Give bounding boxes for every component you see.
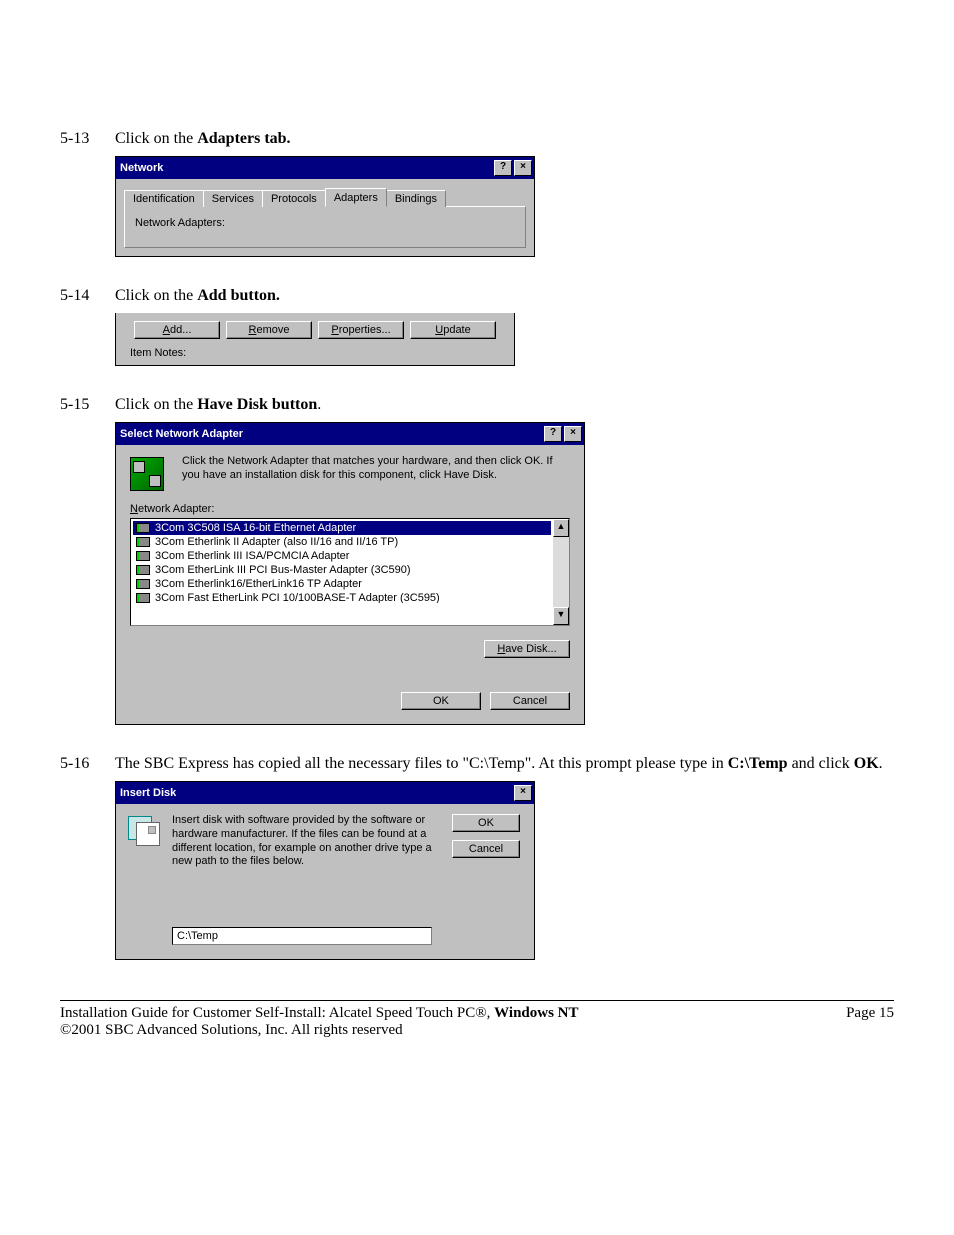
nic-icon bbox=[135, 550, 151, 562]
dialog-message: Insert disk with software provided by th… bbox=[172, 814, 440, 869]
close-icon[interactable]: × bbox=[514, 785, 532, 801]
list-item[interactable]: 3Com EtherLink III PCI Bus-Master Adapte… bbox=[133, 563, 551, 577]
dialog-title: Select Network Adapter bbox=[120, 428, 542, 440]
nic-icon bbox=[135, 564, 151, 576]
insert-disk-dialog: Insert Disk × Insert disk with software … bbox=[115, 781, 535, 960]
network-adapter-listbox[interactable]: 3Com 3C508 ISA 16-bit Ethernet Adapter 3… bbox=[130, 518, 570, 626]
step-number: 5-16 bbox=[60, 755, 115, 773]
tab-row: Identification Services Protocols Adapte… bbox=[124, 187, 526, 206]
ok-button[interactable]: OK bbox=[452, 814, 520, 832]
adapter-icon bbox=[130, 457, 164, 491]
remove-button[interactable]: Remove bbox=[226, 321, 312, 339]
dialog-title: Network bbox=[120, 162, 492, 174]
nic-icon bbox=[135, 578, 151, 590]
scrollbar[interactable]: ▲ ▼ bbox=[553, 519, 569, 625]
nic-icon bbox=[135, 592, 151, 603]
list-item[interactable]: 3Com Etherlink III ISA/PCMCIA Adapter bbox=[133, 549, 551, 563]
nic-icon bbox=[135, 522, 151, 534]
step-number: 5-14 bbox=[60, 287, 115, 305]
page-number: Page 15 bbox=[846, 1005, 894, 1039]
step-text: The SBC Express has copied all the neces… bbox=[115, 755, 894, 773]
cancel-button[interactable]: Cancel bbox=[490, 692, 570, 710]
step-text: Click on the Have Disk button. bbox=[115, 396, 894, 414]
list-item[interactable]: 3Com Etherlink II Adapter (also II/16 an… bbox=[133, 535, 551, 549]
tab-services[interactable]: Services bbox=[203, 190, 263, 207]
network-dialog: Network ? × Identification Services Prot… bbox=[115, 156, 535, 257]
dialog-title: Insert Disk bbox=[120, 787, 512, 799]
close-icon[interactable]: × bbox=[514, 160, 532, 176]
footer-text: Installation Guide for Customer Self-Ins… bbox=[60, 1005, 579, 1039]
close-icon[interactable]: × bbox=[564, 426, 582, 442]
update-button[interactable]: Update bbox=[410, 321, 496, 339]
tab-protocols[interactable]: Protocols bbox=[262, 190, 326, 207]
step-text: Click on the Add button. bbox=[115, 287, 894, 305]
network-adapters-label: Network Adapters: bbox=[135, 217, 515, 229]
step-number: 5-15 bbox=[60, 396, 115, 414]
help-icon[interactable]: ? bbox=[544, 426, 562, 442]
select-network-adapter-dialog: Select Network Adapter ? × Click the Net… bbox=[115, 422, 585, 725]
network-adapter-list-label: Network Adapter: bbox=[130, 503, 570, 515]
tab-identification[interactable]: Identification bbox=[124, 190, 204, 207]
help-icon[interactable]: ? bbox=[494, 160, 512, 176]
scroll-down-icon[interactable]: ▼ bbox=[553, 607, 569, 625]
item-notes-label: Item Notes: bbox=[116, 343, 514, 365]
path-input[interactable] bbox=[172, 927, 432, 945]
step-number: 5-13 bbox=[60, 130, 115, 148]
nic-icon bbox=[135, 536, 151, 548]
properties-button[interactable]: Properties... bbox=[318, 321, 404, 339]
add-button[interactable]: Add... bbox=[134, 321, 220, 339]
step-text: Click on the Adapters tab. bbox=[115, 130, 894, 148]
tab-bindings[interactable]: Bindings bbox=[386, 190, 446, 207]
cancel-button[interactable]: Cancel bbox=[452, 840, 520, 858]
list-item[interactable]: 3Com Fast EtherLink PCI 10/100BASE-T Ada… bbox=[133, 591, 551, 603]
add-remove-panel: Add... Remove Properties... Update Item … bbox=[115, 313, 515, 366]
have-disk-button[interactable]: Have Disk... bbox=[484, 640, 570, 658]
dialog-message: Click the Network Adapter that matches y… bbox=[182, 455, 570, 491]
list-item[interactable]: 3Com Etherlink16/EtherLink16 TP Adapter bbox=[133, 577, 551, 591]
list-item[interactable]: 3Com 3C508 ISA 16-bit Ethernet Adapter bbox=[133, 521, 551, 535]
scroll-up-icon[interactable]: ▲ bbox=[553, 519, 569, 537]
disk-icon bbox=[128, 816, 160, 844]
ok-button[interactable]: OK bbox=[401, 692, 481, 710]
tab-adapters[interactable]: Adapters bbox=[325, 188, 387, 207]
